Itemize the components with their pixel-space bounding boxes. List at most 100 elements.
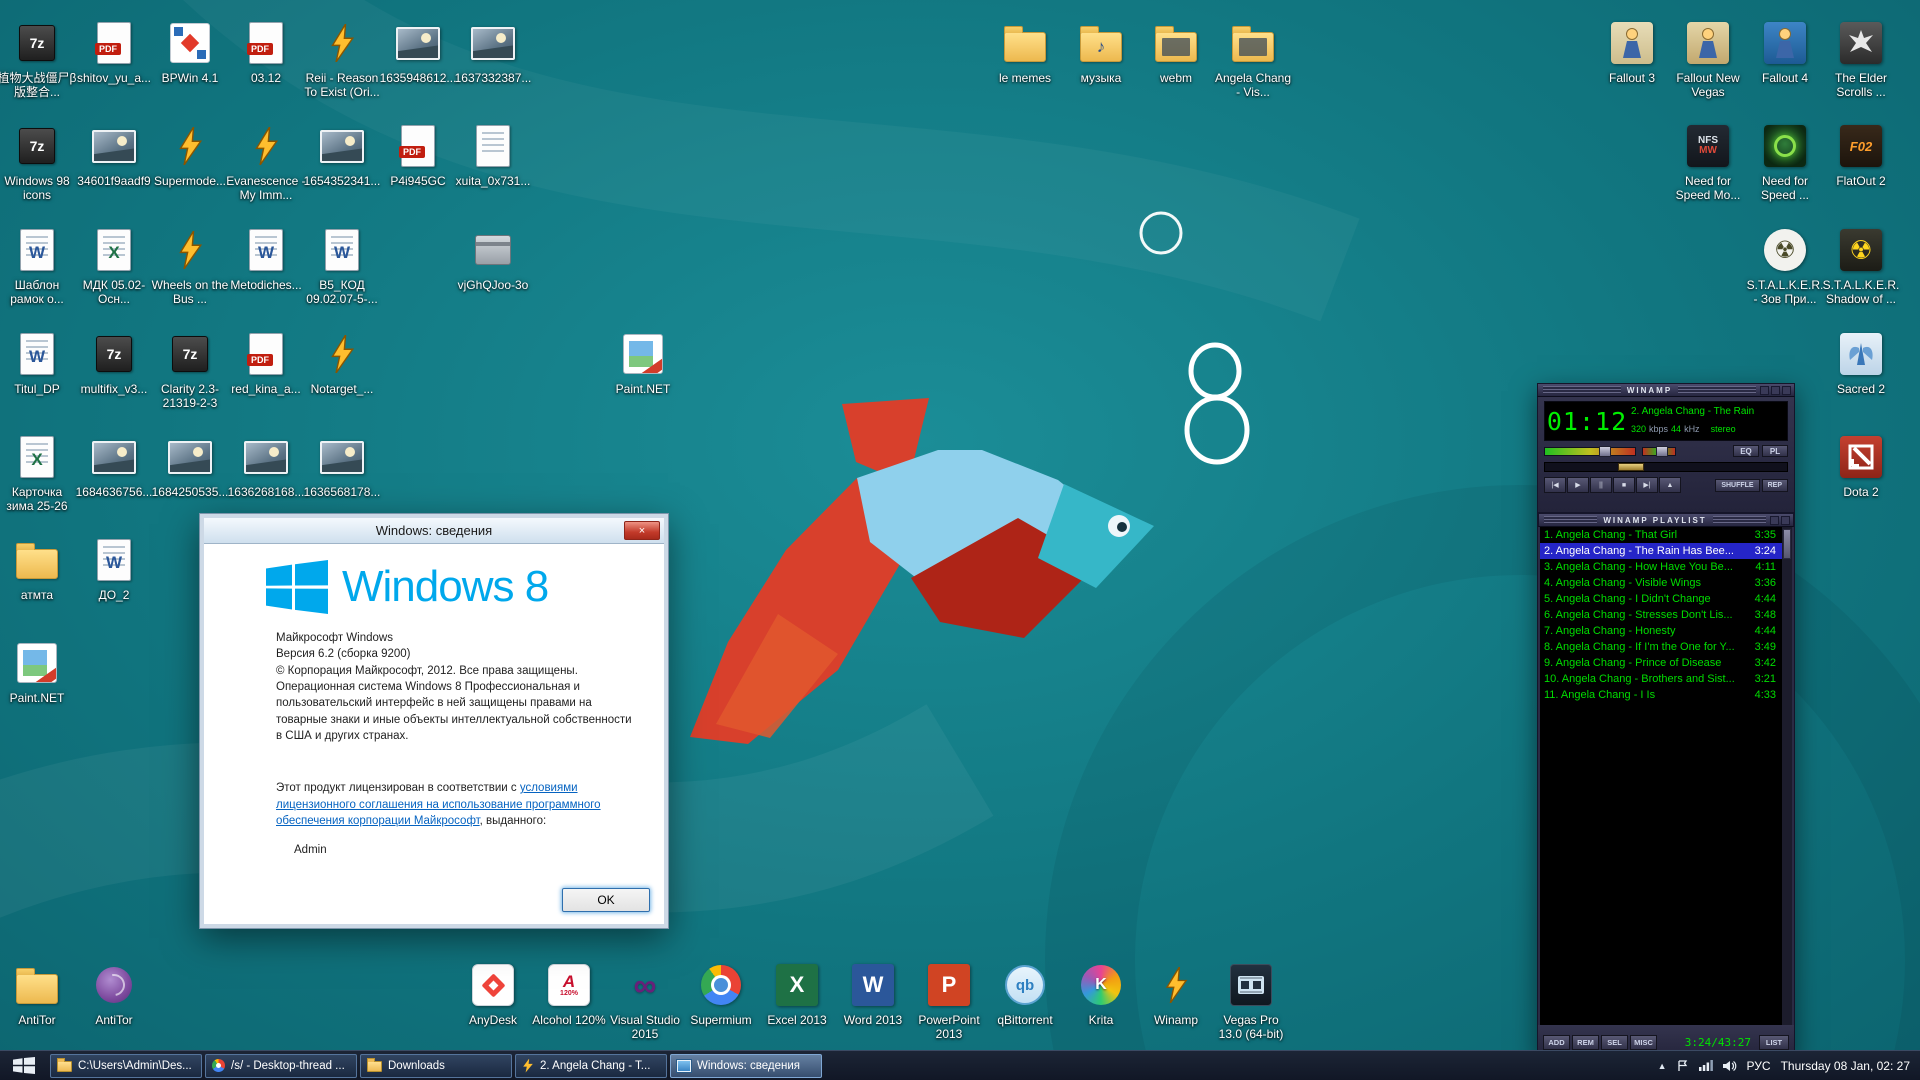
seek-slider-thumb[interactable]	[1618, 463, 1644, 471]
list-button[interactable]: LIST	[1759, 1035, 1789, 1050]
desktop-icon-word-2013[interactable]: WWord 2013	[833, 959, 913, 1028]
desktop-icon-anydesk[interactable]: AnyDesk	[453, 959, 533, 1028]
taskbar-button-windows-сведения[interactable]: Windows: сведения	[670, 1054, 822, 1078]
balance-slider[interactable]	[1642, 447, 1676, 456]
playlist-shade-button[interactable]	[1770, 516, 1779, 525]
playlist-item[interactable]: 9. Angela Chang - Prince of Disease3:42	[1540, 655, 1792, 671]
desktop-icon-dota-2[interactable]: Dota 2	[1821, 431, 1901, 500]
desktop-icon-vegas-pro-13-0-64-bit[interactable]: Vegas Pro 13.0 (64-bit)	[1211, 959, 1291, 1042]
seek-slider[interactable]	[1544, 462, 1788, 472]
rem-button[interactable]: REM	[1572, 1035, 1599, 1050]
desktop-icon-winamp[interactable]: Winamp	[1136, 959, 1216, 1028]
desktop-icon-03-12[interactable]: PDF03.12	[226, 17, 306, 86]
playlist-item[interactable]: 10. Angela Chang - Brothers and Sist...3…	[1540, 671, 1792, 687]
desktop-icon-1684636756[interactable]: 1684636756...	[74, 431, 154, 500]
dialog-titlebar[interactable]: Windows: сведения ×	[204, 518, 664, 544]
desktop-icon-multifix-v3[interactable]: 7zmultifix_v3...	[74, 328, 154, 397]
winamp-minimize-button[interactable]	[1760, 386, 1769, 395]
desktop-icon-flatout-2[interactable]: F02FlatOut 2	[1821, 120, 1901, 189]
desktop-icon-fallout-new-vegas[interactable]: Fallout New Vegas	[1668, 17, 1748, 100]
playlist-item[interactable]: 1. Angela Chang - That Girl3:35	[1540, 527, 1792, 543]
desktop-icon-webm[interactable]: webm	[1136, 17, 1216, 86]
desktop-icon-qbittorrent[interactable]: qbqBittorrent	[985, 959, 1065, 1028]
desktop-icon-paint-net[interactable]: Paint.NET	[0, 637, 77, 706]
winamp-titlebar[interactable]: WINAMP	[1537, 383, 1795, 397]
playlist-item[interactable]: 7. Angela Chang - Honesty4:44	[1540, 623, 1792, 639]
desktop-icon-wheels-on-the-bus[interactable]: Wheels on the Bus ...	[150, 224, 230, 307]
repeat-toggle[interactable]: REP	[1762, 479, 1788, 492]
playlist-item[interactable]: 2. Angela Chang - The Rain Has Bee...3:2…	[1540, 543, 1792, 559]
pause-button[interactable]: ||	[1590, 477, 1612, 493]
desktop-icon-paint-net[interactable]: Paint.NET	[603, 328, 683, 397]
previous-button[interactable]: |◀	[1544, 477, 1566, 493]
desktop-icon-windows-98-icons[interactable]: 7zWindows 98 icons	[0, 120, 77, 203]
sel-button[interactable]: SEL	[1601, 1035, 1628, 1050]
desktop-icon-supermium[interactable]: Supermium	[681, 959, 761, 1028]
taskbar-button-2-angela-chang-t[interactable]: 2. Angela Chang - T...	[515, 1054, 667, 1078]
desktop-icon-vjghqjoo-3o[interactable]: vjGhQJoo-3o	[453, 224, 533, 293]
close-button[interactable]: ×	[624, 521, 660, 540]
language-indicator[interactable]: РУС	[1747, 1059, 1771, 1073]
desktop-icon-antitor[interactable]: AntiTor	[74, 959, 154, 1028]
desktop-icon-xuita-0x731[interactable]: xuita_0x731...	[453, 120, 533, 189]
shuffle-toggle[interactable]: SHUFFLE	[1715, 479, 1759, 492]
balance-slider-thumb[interactable]	[1656, 446, 1668, 457]
desktop-icon-titul-dp[interactable]: WTitul_DP	[0, 328, 77, 397]
desktop-icon-metodiches[interactable]: WMetodiches...	[226, 224, 306, 293]
desktop-icon-шаблон-рамок-о[interactable]: WШаблон рамок о...	[0, 224, 77, 307]
desktop-icon-в5-код-09-02-07-5[interactable]: WВ5_КОД 09.02.07-5-...	[302, 224, 382, 307]
ok-button[interactable]: OK	[562, 888, 650, 912]
desktop-icon-1654352341[interactable]: 1654352341...	[302, 120, 382, 189]
taskbar-button-s-desktop-thread[interactable]: /s/ - Desktop-thread ...	[205, 1054, 357, 1078]
desktop-icon-visual-studio-2015[interactable]: ∞Visual Studio 2015	[605, 959, 685, 1042]
playlist-item[interactable]: 8. Angela Chang - If I'm the One for Y..…	[1540, 639, 1792, 655]
desktop-icon-the-elder-scrolls[interactable]: The Elder Scrolls ...	[1821, 17, 1901, 100]
desktop-icon-powerpoint-2013[interactable]: PPowerPoint 2013	[909, 959, 989, 1042]
add-button[interactable]: ADD	[1543, 1035, 1570, 1050]
desktop-icon-bpwin-4-1[interactable]: BPWin 4.1	[150, 17, 230, 86]
volume-slider[interactable]	[1544, 447, 1636, 456]
desktop-icon-shitov-yu-a[interactable]: PDFshitov_yu_a...	[74, 17, 154, 86]
eq-button[interactable]: EQ	[1733, 445, 1759, 457]
start-button[interactable]	[0, 1051, 48, 1080]
desktop-icon-krita[interactable]: KKrita	[1061, 959, 1141, 1028]
desktop-icon-1636268168[interactable]: 1636268168...	[226, 431, 306, 500]
desktop-icon-1635948612[interactable]: 1635948612...	[378, 17, 458, 86]
stop-button[interactable]: ■	[1613, 477, 1635, 493]
desktop-icon-p4i945gc[interactable]: PDFP4i945GC	[378, 120, 458, 189]
playlist-close-button[interactable]	[1781, 516, 1790, 525]
playlist-item[interactable]: 6. Angela Chang - Stresses Don't Lis...3…	[1540, 607, 1792, 623]
desktop-icon-атмта[interactable]: атмта	[0, 534, 77, 603]
desktop-icon-supermode[interactable]: Supermode...	[150, 120, 230, 189]
playlist-item[interactable]: 3. Angela Chang - How Have You Be...4:11	[1540, 559, 1792, 575]
desktop-icon-музыка[interactable]: ♪музыка	[1061, 17, 1141, 86]
playlist-titlebar[interactable]: WINAMP PLAYLIST	[1538, 513, 1794, 527]
network-icon[interactable]	[1699, 1060, 1713, 1071]
desktop-icon-1637332387[interactable]: 1637332387...	[453, 17, 533, 86]
winamp-shade-button[interactable]	[1771, 386, 1780, 395]
desktop-icon-s-t-a-l-k-e-r-зов-при[interactable]: ☢S.T.A.L.K.E.R. - Зов При...	[1745, 224, 1825, 307]
desktop-icon-notarget[interactable]: Notarget_...	[302, 328, 382, 397]
playlist-item[interactable]: 4. Angela Chang - Visible Wings3:36	[1540, 575, 1792, 591]
desktop-icon-fallout-4[interactable]: Fallout 4	[1745, 17, 1825, 86]
pl-button[interactable]: PL	[1762, 445, 1788, 457]
misc-button[interactable]: MISC	[1630, 1035, 1657, 1050]
desktop-icon-reii-reason-to-exist-ori[interactable]: Reii - Reason To Exist (Ori...	[302, 17, 382, 100]
volume-slider-thumb[interactable]	[1599, 446, 1611, 457]
clock[interactable]: Thursday 08 Jan, 02: 27	[1781, 1059, 1910, 1073]
volume-icon[interactable]	[1723, 1060, 1737, 1072]
action-center-icon[interactable]	[1677, 1060, 1689, 1072]
desktop-icon-clarity-2-3-21319-2-3[interactable]: 7zClarity 2.3-21319-2-3	[150, 328, 230, 411]
tray-expand-button[interactable]: ▲	[1658, 1061, 1667, 1071]
desktop-icon-fallout-3[interactable]: Fallout 3	[1592, 17, 1672, 86]
desktop-icon-antitor[interactable]: AntiTor	[0, 959, 77, 1028]
desktop-icon-angela-chang-vis[interactable]: Angela Chang - Vis...	[1213, 17, 1293, 100]
taskbar-button-c-users-admin-des[interactable]: C:\Users\Admin\Des...	[50, 1054, 202, 1078]
eject-button[interactable]: ▲	[1659, 477, 1681, 493]
desktop-icon-item[interactable]: 7z植物大战僵尸β版整合...	[0, 17, 77, 100]
desktop-icon-evanescence-my-imm[interactable]: Evanescence - My Imm...	[226, 120, 306, 203]
desktop-icon-red-kina-a[interactable]: PDFred_kina_a...	[226, 328, 306, 397]
playlist-scrollbar[interactable]	[1782, 527, 1792, 1025]
desktop-icon-до-2[interactable]: WДО_2	[74, 534, 154, 603]
desktop-icon-1684250535[interactable]: 1684250535...	[150, 431, 230, 500]
